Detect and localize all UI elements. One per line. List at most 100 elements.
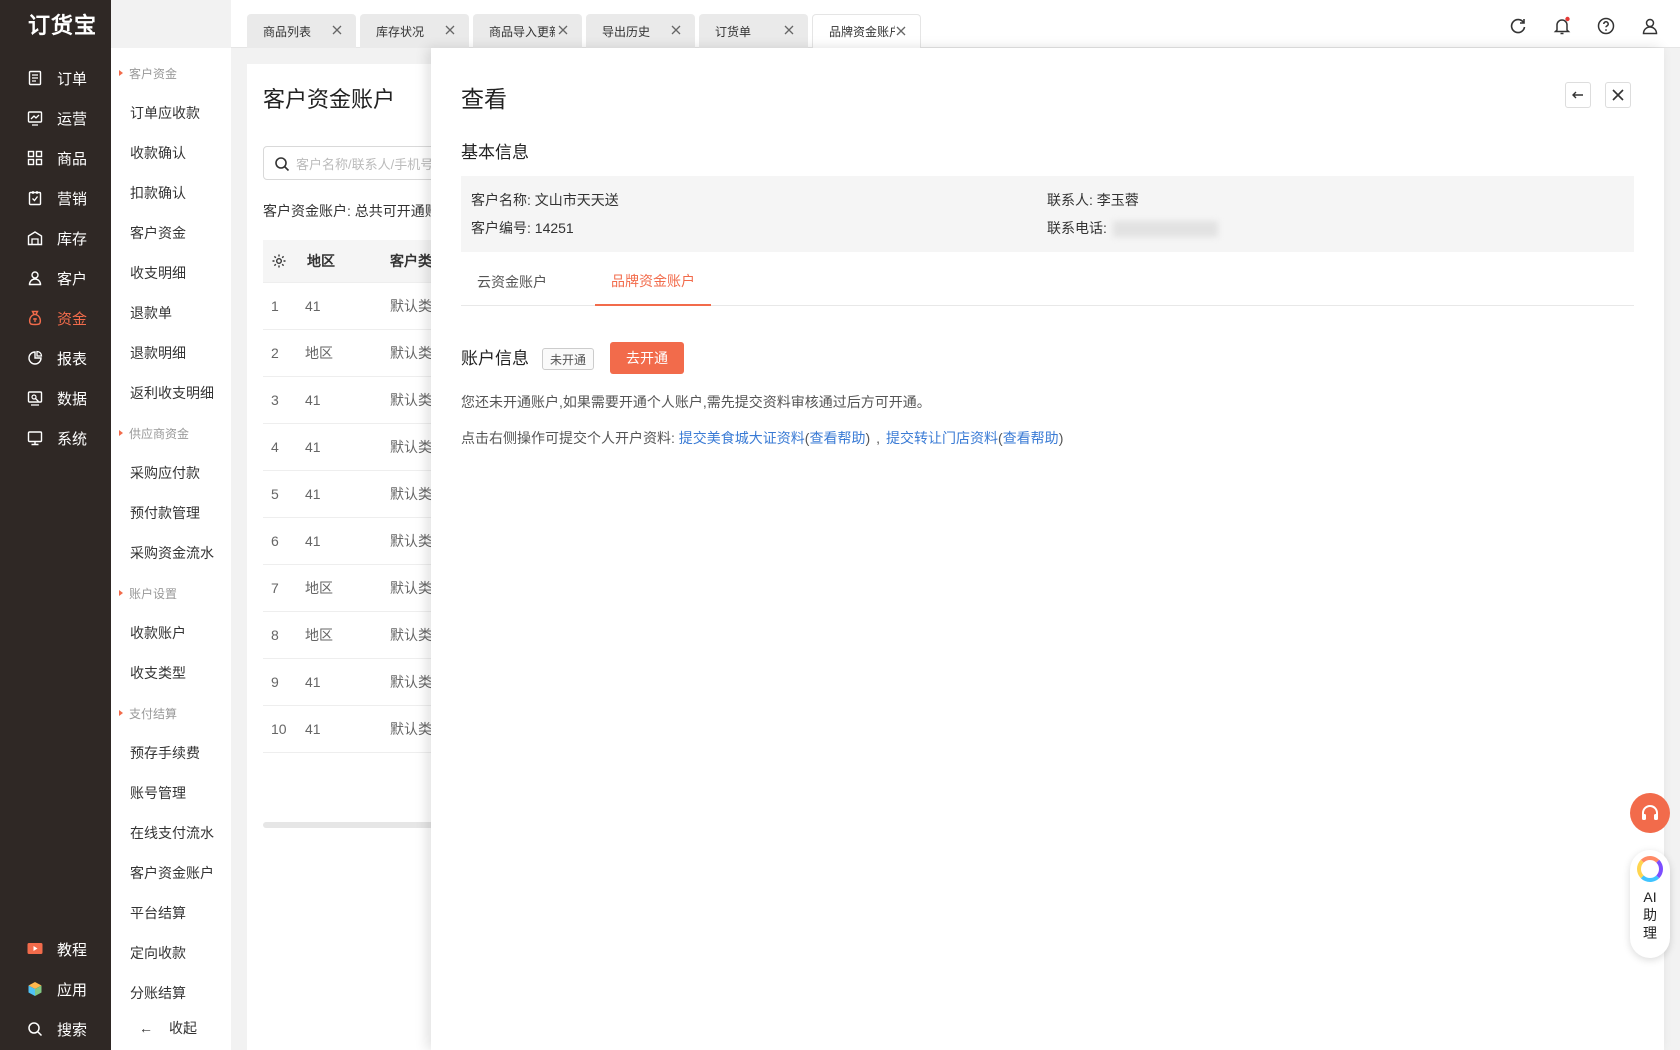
- page-tab[interactable]: 品牌资金账户: [812, 14, 921, 48]
- nav-item-order[interactable]: 订单: [0, 58, 111, 98]
- close-icon[interactable]: [669, 23, 683, 37]
- nav-item-data[interactable]: 数据: [0, 378, 111, 418]
- submenu-item[interactable]: 账号管理: [111, 773, 231, 813]
- nav-item-label: 客户: [57, 270, 88, 288]
- nav-item-cube[interactable]: 应用: [0, 969, 111, 1009]
- table-cell: 5: [271, 486, 279, 502]
- monitor-icon: [27, 430, 43, 446]
- money-bag-icon: [27, 310, 43, 326]
- customer-service-button[interactable]: [1630, 793, 1670, 833]
- open-account-button[interactable]: 去开通: [610, 342, 684, 374]
- contact-label: 联系人:: [1047, 192, 1093, 208]
- submenu-item[interactable]: 订单应收款: [111, 93, 231, 133]
- submenu-item[interactable]: 平台结算: [111, 893, 231, 933]
- nav-item-label: 商品: [57, 150, 88, 168]
- arrow-left-icon: [1572, 91, 1583, 99]
- contact-value: 李玉蓉: [1096, 192, 1139, 208]
- submenu-item[interactable]: 采购应付款: [111, 453, 231, 493]
- submenu-item[interactable]: 在线支付流水: [111, 813, 231, 853]
- user-icon[interactable]: [1640, 16, 1660, 36]
- tab-cloud-fund-account[interactable]: 云资金账户: [477, 258, 547, 306]
- table-cell: 6: [271, 533, 279, 549]
- operation-icon: [27, 110, 43, 126]
- column-settings-icon[interactable]: [271, 240, 287, 282]
- cube-icon: [27, 981, 43, 997]
- page-tab[interactable]: 导出历史: [586, 14, 695, 48]
- submenu-item[interactable]: 退款明细: [111, 333, 231, 373]
- help-link-2[interactable]: 查看帮助: [1003, 430, 1059, 446]
- bell-icon[interactable]: [1552, 16, 1572, 36]
- submenu-group-label: 账户设置: [129, 586, 178, 601]
- submenu-item[interactable]: 客户资金: [111, 213, 231, 253]
- nav-item-money-bag[interactable]: 资金: [0, 298, 111, 338]
- submenu-item[interactable]: 预付款管理: [111, 493, 231, 533]
- product-icon: [27, 150, 43, 166]
- submit-food-license-link[interactable]: 提交美食城大证资料: [679, 430, 805, 446]
- submenu-item[interactable]: 收支明细: [111, 253, 231, 293]
- submenu-item[interactable]: 收款账户: [111, 613, 231, 653]
- submenu-item[interactable]: 采购资金流水: [111, 533, 231, 573]
- page-title: 客户资金账户: [263, 87, 396, 112]
- table-cell: 41: [305, 674, 321, 690]
- nav-item-label: 数据: [57, 390, 88, 408]
- nav-item-warehouse[interactable]: 库存: [0, 218, 111, 258]
- close-icon[interactable]: [782, 23, 796, 37]
- nav-item-label: 库存: [57, 230, 88, 248]
- collapse-button[interactable]: ← 收起: [111, 1006, 231, 1050]
- help-icon[interactable]: [1596, 16, 1616, 36]
- data-icon: [27, 390, 43, 406]
- submenu-item[interactable]: 客户资金账户: [111, 853, 231, 893]
- phone-value-redacted: [1112, 221, 1218, 238]
- ai-logo-icon: [1637, 856, 1663, 882]
- customer-name-label: 客户名称:: [471, 192, 531, 208]
- submenu-group-title: 支付结算: [111, 693, 231, 733]
- page-tab[interactable]: 订货单: [699, 14, 808, 48]
- nav-item-operation[interactable]: 运营: [0, 98, 111, 138]
- customer-name-row: 客户名称: 文山市天天送: [471, 190, 619, 210]
- submenu-item[interactable]: 返利收支明细: [111, 373, 231, 413]
- account-tabs: 云资金账户 品牌资金账户: [461, 258, 1634, 306]
- submenu-group-title: 客户资金: [111, 53, 231, 93]
- table-cell: 地区: [305, 580, 333, 596]
- close-icon[interactable]: [330, 23, 344, 37]
- page-tab[interactable]: 商品列表: [247, 14, 356, 48]
- tab-brand-fund-account[interactable]: 品牌资金账户: [595, 258, 711, 306]
- app-logo: 订货宝: [28, 13, 98, 38]
- refresh-icon[interactable]: [1508, 16, 1528, 36]
- basic-info-title: 基本信息: [461, 143, 529, 162]
- table-cell: 地区: [305, 345, 333, 361]
- submenu-item[interactable]: 预存手续费: [111, 733, 231, 773]
- page-tab-label: 商品列表: [263, 24, 312, 39]
- help-link-1[interactable]: 查看帮助: [809, 430, 865, 446]
- submenu-item[interactable]: 扣款确认: [111, 173, 231, 213]
- submenu-item[interactable]: 收款确认: [111, 133, 231, 173]
- page-tab[interactable]: 商品导入更新: [473, 14, 582, 48]
- page-tab[interactable]: 库存状况: [360, 14, 469, 48]
- nav-item-monitor[interactable]: 系统: [0, 418, 111, 458]
- order-icon: [27, 70, 43, 86]
- submit-store-transfer-link[interactable]: 提交转让门店资料: [886, 430, 998, 446]
- submenu-item[interactable]: 退款单: [111, 293, 231, 333]
- nav-item-pie-chart[interactable]: 报表: [0, 338, 111, 378]
- close-icon[interactable]: [894, 24, 908, 38]
- account-note: 您还未开通账户,如果需要开通个人账户,需先提交资料审核通过后方可开通。: [461, 394, 931, 410]
- table-cell: 7: [271, 580, 279, 596]
- ai-assistant-button[interactable]: AI助理: [1630, 850, 1670, 958]
- column-header: 地区: [307, 253, 335, 269]
- close-button[interactable]: [1605, 82, 1631, 108]
- nav-item-marketing[interactable]: 营销: [0, 178, 111, 218]
- nav-item-customer[interactable]: 客户: [0, 258, 111, 298]
- close-icon[interactable]: [556, 23, 570, 37]
- submenu-item[interactable]: 定向收款: [111, 933, 231, 973]
- back-button[interactable]: [1565, 82, 1591, 108]
- pie-chart-icon: [27, 350, 43, 366]
- nav-item-search[interactable]: 搜索: [0, 1009, 111, 1049]
- collapse-label: 收起: [169, 1020, 197, 1036]
- nav-item-label: 教程: [57, 941, 88, 959]
- nav-item-video[interactable]: 教程: [0, 929, 111, 969]
- submenu-item[interactable]: 收支类型: [111, 653, 231, 693]
- nav-item-label: 订单: [57, 70, 88, 88]
- account-links: 点击右侧操作可提交个人开户资料: 提交美食城大证资料(查看帮助), 提交转让门店资…: [461, 428, 1063, 448]
- nav-item-product[interactable]: 商品: [0, 138, 111, 178]
- close-icon[interactable]: [443, 23, 457, 37]
